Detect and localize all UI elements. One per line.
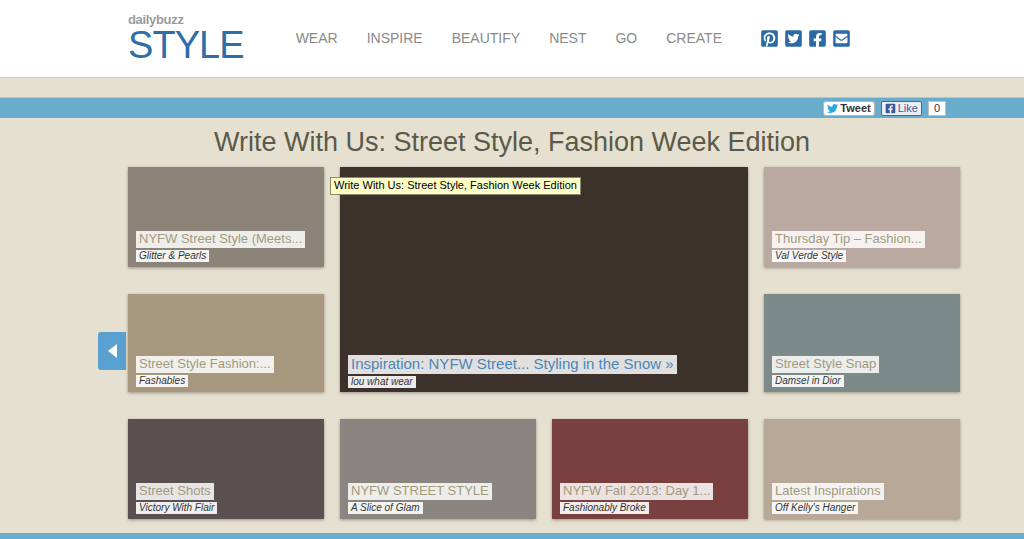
- article-tile[interactable]: Latest Inspirations Off Kelly's Hanger: [764, 419, 960, 519]
- tweet-button[interactable]: Tweet: [823, 101, 874, 116]
- carousel: NYFW Street Style (Meets... Glitter & Pea…: [0, 167, 1024, 519]
- tile-title[interactable]: Street Style Snap: [772, 356, 879, 372]
- tile-caption: NYFW Fall 2013: Day 1... Fashionably Brok…: [560, 483, 713, 514]
- tile-source[interactable]: Val Verde Style: [772, 250, 846, 263]
- page: dailybuzzSTYLE WEAR INSPIRE BEAUTIFY NEST GO C…: [0, 0, 1024, 539]
- logo[interactable]: dailybuzzSTYLE: [128, 13, 244, 64]
- like-count: 0: [928, 101, 946, 116]
- main-nav: WEAR INSPIRE BEAUTIFY NEST GO CREATE: [296, 28, 722, 49]
- tile-caption: Street Style Fashion:... Fashables: [136, 356, 274, 387]
- nav-item[interactable]: CREATE: [666, 28, 722, 49]
- social-links: [760, 29, 851, 48]
- twitter-icon[interactable]: [784, 29, 803, 48]
- article-tile[interactable]: Thursday Tip – Fashion... Val Verde Style: [764, 167, 960, 267]
- page-title: Write With Us: Street Style, Fashion Wee…: [0, 124, 1024, 160]
- tile-caption: Street Style Snap Damsel in Dior: [772, 356, 879, 387]
- header: dailybuzzSTYLE WEAR INSPIRE BEAUTIFY NEST GO C…: [0, 0, 1024, 78]
- prev-arrow[interactable]: [98, 332, 126, 370]
- like-button[interactable]: Like: [881, 101, 922, 116]
- nav-item[interactable]: WEAR: [296, 28, 338, 49]
- tile-source[interactable]: Glitter & Pearls: [136, 250, 209, 263]
- tile-caption: Inspiration: NYFW Street... Styling in t…: [348, 355, 677, 388]
- tile-source[interactable]: Victory With Flair: [136, 502, 217, 515]
- article-tile[interactable]: NYFW Fall 2013: Day 1... Fashionably Brok…: [552, 419, 748, 519]
- footer-strip: [0, 533, 1024, 539]
- article-tile[interactable]: Street Style Snap Damsel in Dior: [764, 294, 960, 392]
- tile-source[interactable]: lou what wear: [348, 376, 416, 389]
- article-tile[interactable]: NYFW STREET STYLE A Slice of Glam: [340, 419, 536, 519]
- tile-caption: NYFW STREET STYLE A Slice of Glam: [348, 483, 492, 514]
- tile-title[interactable]: NYFW STREET STYLE: [348, 483, 492, 499]
- nav-item[interactable]: GO: [615, 28, 637, 49]
- tile-source[interactable]: Off Kelly's Hanger: [772, 502, 858, 515]
- pinterest-icon[interactable]: [760, 29, 779, 48]
- tile-title[interactable]: NYFW Street Style (Meets...: [136, 231, 305, 247]
- tile-title[interactable]: Street Shots: [136, 483, 214, 499]
- tile-title[interactable]: Street Style Fashion:...: [136, 356, 274, 372]
- tooltip: Write With Us: Street Style, Fashion Wee…: [330, 177, 581, 195]
- article-tile[interactable]: Street Style Fashion:... Fashables: [128, 294, 324, 392]
- nav-item[interactable]: NEST: [549, 28, 586, 49]
- tile-source[interactable]: Damsel in Dior: [772, 375, 844, 388]
- tile-source[interactable]: Fashionably Broke: [560, 502, 649, 515]
- tile-caption: NYFW Street Style (Meets... Glitter & Pea…: [136, 231, 305, 262]
- tile-title[interactable]: NYFW Fall 2013: Day 1...: [560, 483, 713, 499]
- tile-caption: Thursday Tip – Fashion... Val Verde Style: [772, 231, 925, 262]
- featured-tile[interactable]: Inspiration: NYFW Street... Styling in t…: [340, 167, 748, 392]
- share-bar: Tweet Like 0: [0, 97, 1024, 118]
- facebook-icon[interactable]: [808, 29, 827, 48]
- tile-grid: NYFW Street Style (Meets... Glitter & Pea…: [128, 167, 960, 519]
- article-tile[interactable]: Street Shots Victory With Flair: [128, 419, 324, 519]
- tile-source[interactable]: Fashables: [136, 375, 188, 388]
- tile-title[interactable]: Inspiration: NYFW Street... Styling in t…: [348, 355, 677, 374]
- tile-caption: Street Shots Victory With Flair: [136, 483, 217, 514]
- left-triangle-icon: [108, 344, 117, 358]
- tile-source[interactable]: A Slice of Glam: [348, 502, 423, 515]
- tile-title[interactable]: Latest Inspirations: [772, 483, 884, 499]
- tile-caption: Latest Inspirations Off Kelly's Hanger: [772, 483, 884, 514]
- nav-item[interactable]: INSPIRE: [367, 28, 423, 49]
- tile-title[interactable]: Thursday Tip – Fashion...: [772, 231, 925, 247]
- twitter-bird-icon: [827, 103, 838, 114]
- nav-item[interactable]: BEAUTIFY: [452, 28, 520, 49]
- mail-icon[interactable]: [832, 29, 851, 48]
- facebook-like-icon: [885, 103, 896, 114]
- article-tile[interactable]: NYFW Street Style (Meets... Glitter & Pea…: [128, 167, 324, 267]
